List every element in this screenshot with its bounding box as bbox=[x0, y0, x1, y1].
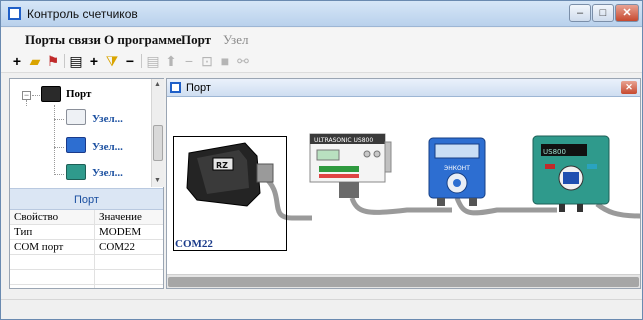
menu-bar: Порты связи О программе Порт Узел bbox=[1, 28, 642, 50]
left-panel: − Порт Узел... Узел... Узел... ▲ ▼ Порт … bbox=[9, 78, 164, 289]
panel-title: Порт bbox=[10, 188, 163, 210]
close-button[interactable]: ✕ bbox=[615, 4, 639, 22]
status-bar bbox=[1, 299, 642, 319]
property-name: COM порт bbox=[14, 241, 64, 253]
table-row bbox=[10, 270, 163, 285]
selected-port-frame[interactable] bbox=[173, 136, 287, 251]
link-icon[interactable]: ⚯ bbox=[235, 53, 251, 69]
tree-line bbox=[26, 100, 27, 106]
collapse-icon[interactable]: − bbox=[22, 91, 31, 100]
cable bbox=[595, 202, 640, 219]
minus-icon[interactable]: − bbox=[181, 53, 197, 69]
tree-node-2[interactable]: Узел... bbox=[92, 141, 123, 153]
port-window: Порт ✕ RZ ULTRASONIC US800 ЭНКОНТ US800 … bbox=[166, 78, 641, 289]
window-title: Контроль счетчиков bbox=[27, 7, 138, 21]
node-icon[interactable]: ⊡ bbox=[199, 53, 215, 69]
close-icon[interactable]: ✕ bbox=[621, 81, 637, 94]
up-arrow-icon[interactable]: ⬆ bbox=[163, 53, 179, 69]
menu-about[interactable]: О программе bbox=[104, 32, 182, 48]
tree-line bbox=[54, 174, 64, 175]
ultrasonic-meter-icon bbox=[66, 109, 86, 125]
grid-column-divider bbox=[94, 210, 95, 288]
tree-scrollbar[interactable]: ▲ ▼ bbox=[151, 79, 164, 187]
window-icon bbox=[170, 82, 181, 93]
properties-grid: Свойство Значение Тип MODEM COM порт COM… bbox=[10, 210, 163, 285]
device-diagram: RZ ULTRASONIC US800 ЭНКОНТ US800 COM22 bbox=[167, 98, 640, 274]
scrollbar-thumb[interactable] bbox=[168, 277, 639, 287]
tree-node-port[interactable]: Порт bbox=[66, 88, 91, 100]
us800-label: US800 bbox=[543, 148, 566, 156]
menu-node[interactable]: Узел bbox=[223, 32, 248, 48]
us800-meter-icon bbox=[66, 164, 86, 180]
us800-device[interactable]: US800 bbox=[532, 135, 610, 212]
main-window: Контроль счетчиков – □ ✕ Порты связи О п… bbox=[0, 0, 643, 320]
folder-icon[interactable]: ▰ bbox=[27, 53, 43, 69]
table-row[interactable]: COM порт COM22 bbox=[10, 240, 163, 255]
property-name: Тип bbox=[14, 226, 33, 238]
grid-header-property: Свойство bbox=[14, 211, 59, 223]
encont-label: ЭНКОНТ bbox=[444, 165, 470, 172]
grid-header-row: Свойство Значение bbox=[10, 210, 163, 225]
menu-port[interactable]: Порт bbox=[181, 32, 211, 48]
property-value[interactable]: MODEM bbox=[99, 226, 141, 238]
com-port-label: COM22 bbox=[175, 238, 213, 250]
maximize-button[interactable]: □ bbox=[592, 4, 614, 22]
list-icon[interactable]: ▤ bbox=[145, 53, 161, 69]
toolbar-separator bbox=[141, 54, 142, 68]
stop-icon[interactable]: ■ bbox=[217, 53, 233, 69]
app-icon bbox=[8, 7, 21, 20]
table-row bbox=[10, 255, 163, 270]
tree-line bbox=[54, 147, 64, 148]
filter-icon[interactable]: ⧩ bbox=[104, 53, 120, 69]
minus-icon[interactable]: − bbox=[122, 53, 138, 69]
table-row[interactable]: Тип MODEM bbox=[10, 225, 163, 240]
scrollbar-thumb[interactable] bbox=[153, 125, 163, 161]
tree-line bbox=[54, 105, 55, 175]
port-window-title: Порт bbox=[186, 82, 211, 94]
grid-header-value: Значение bbox=[99, 211, 142, 223]
list-icon[interactable]: ▤ bbox=[68, 53, 84, 69]
pin-icon[interactable]: ⚑ bbox=[45, 53, 61, 69]
ultrasonic-label: ULTRASONIC US800 bbox=[314, 137, 373, 144]
tree-line bbox=[32, 95, 40, 96]
toolbar: + ▰ ⚑ ▤ + ⧩ − ▤ ⬆ − ⊡ ■ ⚯ bbox=[1, 50, 642, 73]
encont-meter-icon bbox=[66, 137, 86, 153]
title-bar: Контроль счетчиков – □ ✕ bbox=[1, 1, 642, 27]
port-window-titlebar: Порт ✕ bbox=[167, 79, 640, 97]
menu-ports[interactable]: Порты связи bbox=[25, 32, 101, 48]
modem-icon bbox=[41, 86, 61, 102]
toolbar-separator bbox=[64, 54, 65, 68]
tree-node-1[interactable]: Узел... bbox=[92, 113, 123, 125]
scroll-up-icon[interactable]: ▲ bbox=[154, 81, 161, 88]
scroll-down-icon[interactable]: ▼ bbox=[154, 177, 161, 184]
tree-line bbox=[54, 119, 64, 120]
plus-icon[interactable]: + bbox=[9, 53, 25, 69]
device-tree: − Порт Узел... Узел... Узел... bbox=[10, 79, 151, 187]
encont-device[interactable]: ЭНКОНТ bbox=[428, 137, 486, 206]
tree-node-3[interactable]: Узел... bbox=[92, 167, 123, 179]
minimize-button[interactable]: – bbox=[569, 4, 591, 22]
ultrasonic-device[interactable]: ULTRASONIC US800 bbox=[309, 133, 392, 198]
plus-icon[interactable]: + bbox=[86, 53, 102, 69]
property-value[interactable]: COM22 bbox=[99, 241, 135, 253]
horizontal-scrollbar[interactable] bbox=[167, 274, 640, 288]
